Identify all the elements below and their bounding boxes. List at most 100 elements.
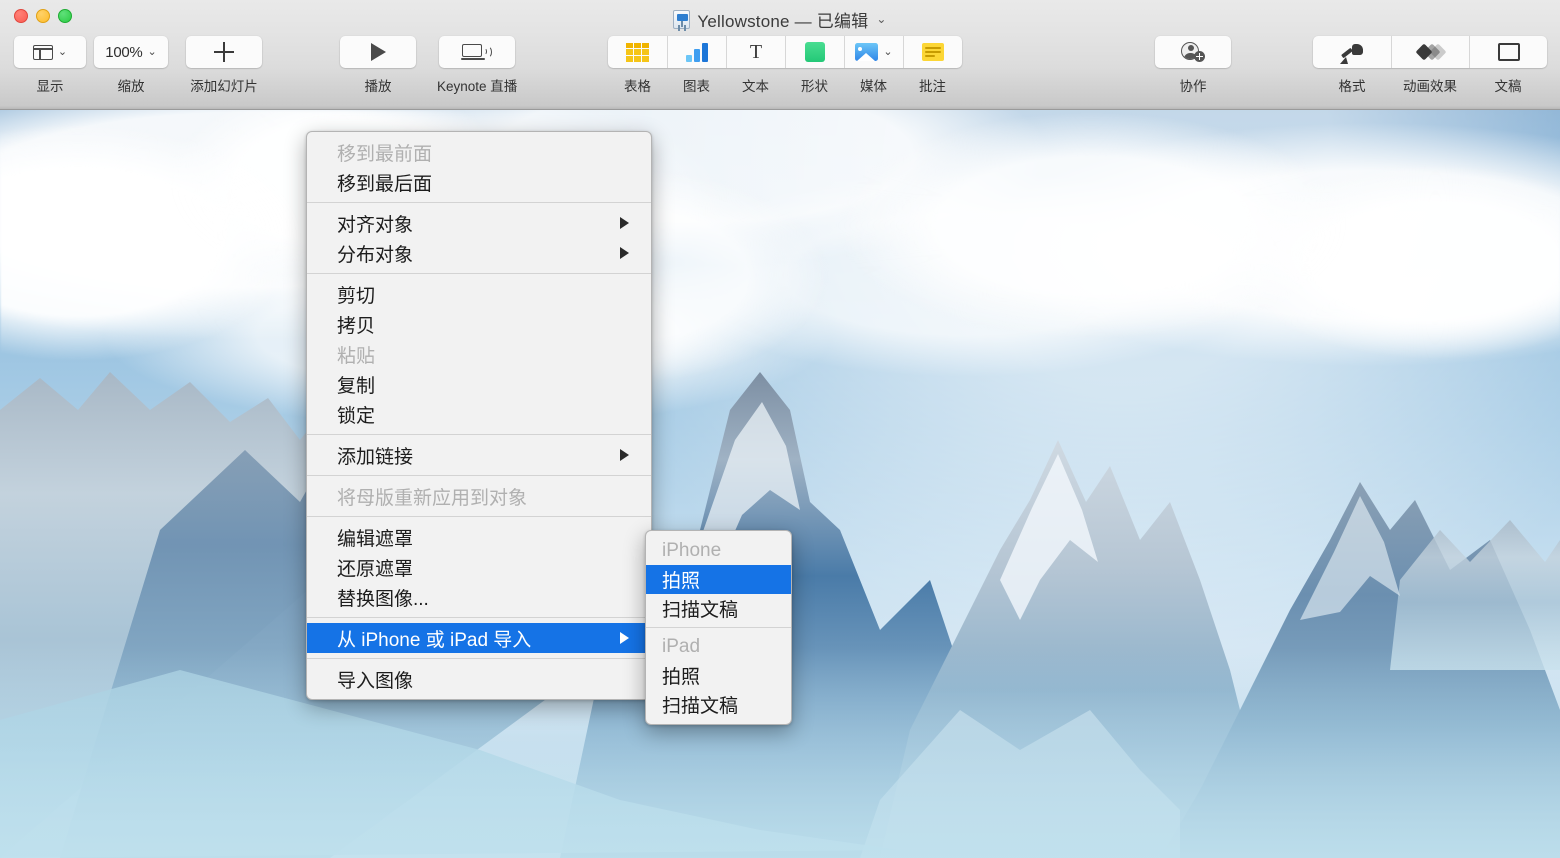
submenu-item-ipad-scan-documents[interactable]: 扫描文稿 — [646, 690, 791, 719]
menu-item-import-from-iphone-or-ipad[interactable]: 从 iPhone 或 iPad 导入 — [307, 623, 651, 653]
menu-item-label: 添加链接 — [337, 442, 413, 469]
toolbar-label-media: 媒体 — [844, 75, 903, 95]
menu-item-label: 锁定 — [337, 401, 375, 428]
submenu-item-label: 拍照 — [662, 566, 700, 593]
submenu-item-label: 拍照 — [662, 662, 700, 689]
toolbar-label-shape: 形状 — [785, 75, 844, 95]
submenu-separator — [646, 627, 791, 628]
toolbar-inspector-group: 格式 动画效果 文稿 — [1313, 36, 1547, 95]
toolbar-item-shape[interactable] — [785, 36, 844, 68]
menu-item-label: 还原遮罩 — [337, 554, 413, 581]
menu-item-edit-mask[interactable]: 编辑遮罩 — [307, 522, 651, 552]
menu-item-import-image[interactable]: 导入图像 — [307, 664, 651, 694]
toolbar-item-document[interactable] — [1469, 36, 1547, 68]
media-icon — [855, 43, 878, 61]
menu-item-add-link[interactable]: 添加链接 — [307, 440, 651, 470]
toolbar-item-collaborate[interactable]: 协作 — [1155, 36, 1231, 95]
toolbar-item-media[interactable]: ⌄ — [844, 36, 903, 68]
menu-item-replace-image[interactable]: 替换图像... — [307, 582, 651, 612]
toolbar-label-text: 文本 — [726, 75, 785, 95]
submenu-header-ipad: iPad — [646, 632, 791, 661]
menu-item-label: 粘贴 — [337, 341, 375, 368]
menu-item-send-to-back[interactable]: 移到最后面 — [307, 167, 651, 197]
comment-icon — [922, 43, 944, 61]
import-submenu[interactable]: iPhone 拍照 扫描文稿 iPad 拍照 扫描文稿 — [645, 530, 792, 725]
menu-separator — [307, 434, 651, 435]
keynote-document-icon — [673, 10, 690, 29]
toolbar-label-play: 播放 — [365, 75, 392, 95]
menu-item-label: 移到最后面 — [337, 169, 432, 196]
page-title: Yellowstone — 已编辑 — [697, 7, 868, 32]
toolbar-insert-group: T ⌄ — [608, 36, 962, 95]
menu-item-label: 移到最前面 — [337, 139, 432, 166]
menu-item-bring-to-front[interactable]: 移到最前面 — [307, 137, 651, 167]
slide-canvas[interactable] — [0, 110, 1560, 858]
submenu-item-label: iPhone — [662, 540, 721, 562]
chevron-right-icon — [620, 632, 629, 644]
menu-separator — [307, 202, 651, 203]
toolbar-label-collaborate: 协作 — [1180, 75, 1207, 95]
toolbar-item-animate[interactable] — [1391, 36, 1469, 68]
chevron-down-icon: ⌄ — [883, 47, 892, 58]
menu-separator — [307, 273, 651, 274]
document-title-bar[interactable]: Yellowstone — 已编辑 ⌄ — [0, 6, 1560, 32]
document-inspector-icon — [1498, 43, 1520, 61]
animate-icon — [1418, 43, 1444, 61]
chevron-right-icon — [620, 247, 629, 259]
toolbar-item-view[interactable]: ⌄ 显示 — [14, 36, 86, 95]
context-menu[interactable]: 移到最前面 移到最后面 对齐对象 分布对象 剪切 拷贝 粘贴 复制 锁定 添加链… — [306, 131, 652, 700]
toolbar-label-document: 文稿 — [1469, 75, 1547, 95]
window-chrome: Yellowstone — 已编辑 ⌄ ⌄ 显示 100% ⌄ 缩放 — [0, 0, 1560, 110]
toolbar-label-table: 表格 — [608, 75, 667, 95]
keynote-window: Yellowstone — 已编辑 ⌄ ⌄ 显示 100% ⌄ 缩放 — [0, 0, 1560, 858]
toolbar-label-comment: 批注 — [903, 75, 962, 95]
menu-item-reset-mask[interactable]: 还原遮罩 — [307, 552, 651, 582]
menu-item-label: 分布对象 — [337, 240, 413, 267]
menu-item-label: 复制 — [337, 371, 375, 398]
menu-separator — [307, 617, 651, 618]
toolbar-item-zoom[interactable]: 100% ⌄ 缩放 — [94, 36, 168, 95]
menu-item-distribute-objects[interactable]: 分布对象 — [307, 238, 651, 268]
toolbar-item-chart[interactable] — [667, 36, 726, 68]
toolbar-item-comment[interactable] — [903, 36, 962, 68]
submenu-item-label: 扫描文稿 — [662, 595, 738, 622]
menu-item-duplicate[interactable]: 复制 — [307, 369, 651, 399]
chevron-down-icon[interactable]: ⌄ — [876, 12, 886, 26]
menu-item-label: 剪切 — [337, 281, 375, 308]
toolbar-item-keynote-live[interactable]: Keynote 直播 — [437, 36, 517, 95]
toolbar-item-play[interactable]: 播放 — [340, 36, 416, 95]
menu-item-copy[interactable]: 拷贝 — [307, 309, 651, 339]
toolbar-label-zoom: 缩放 — [118, 75, 145, 95]
toolbar-item-format[interactable] — [1313, 36, 1391, 68]
menu-item-paste[interactable]: 粘贴 — [307, 339, 651, 369]
submenu-item-iphone-take-photo[interactable]: 拍照 — [646, 565, 791, 594]
submenu-item-label: 扫描文稿 — [662, 691, 738, 718]
menu-item-cut[interactable]: 剪切 — [307, 279, 651, 309]
toolbar-item-add-slide[interactable]: 添加幻灯片 — [186, 36, 262, 95]
format-brush-icon — [1340, 41, 1364, 63]
keynote-live-icon — [462, 43, 492, 61]
submenu-item-iphone-scan-documents[interactable]: 扫描文稿 — [646, 594, 791, 623]
toolbar-item-table[interactable] — [608, 36, 667, 68]
zoom-level-value: 100% — [105, 44, 142, 61]
display-layout-icon — [33, 45, 53, 60]
plus-icon — [214, 42, 234, 62]
menu-separator — [307, 475, 651, 476]
shape-icon — [805, 42, 825, 62]
menu-item-label: 对齐对象 — [337, 210, 413, 237]
toolbar-label-keynote-live: Keynote 直播 — [437, 75, 517, 95]
submenu-header-iphone: iPhone — [646, 536, 791, 565]
toolbar-item-text[interactable]: T — [726, 36, 785, 68]
chevron-right-icon — [620, 217, 629, 229]
menu-separator — [307, 658, 651, 659]
menu-item-label: 编辑遮罩 — [337, 524, 413, 551]
submenu-item-label: iPad — [662, 636, 700, 658]
slide-background-mountains — [0, 110, 1560, 858]
menu-item-label: 拷贝 — [337, 311, 375, 338]
toolbar-label-animate: 动画效果 — [1391, 75, 1469, 95]
menu-item-reapply-master[interactable]: 将母版重新应用到对象 — [307, 481, 651, 511]
menu-item-lock[interactable]: 锁定 — [307, 399, 651, 429]
submenu-item-ipad-take-photo[interactable]: 拍照 — [646, 661, 791, 690]
menu-item-align-objects[interactable]: 对齐对象 — [307, 208, 651, 238]
table-icon — [626, 43, 650, 62]
